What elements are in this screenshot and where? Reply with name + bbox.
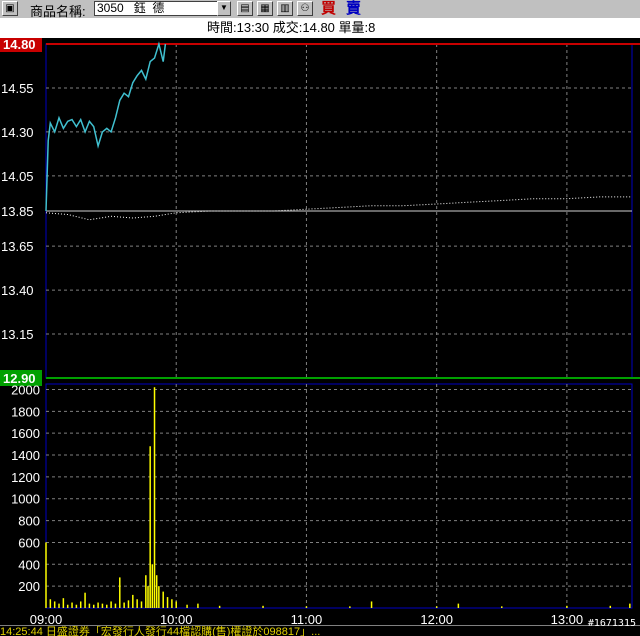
time-tick-label: 10:00 xyxy=(160,612,193,625)
volume-tick-label: 1200 xyxy=(11,470,40,485)
price-tick-label: 13.65 xyxy=(1,239,34,254)
price-tick-label: 14.55 xyxy=(1,81,34,96)
price-tick-label: 14.80 xyxy=(3,38,36,52)
price-tick-label: 14.05 xyxy=(1,169,34,184)
volume-tick-label: 1600 xyxy=(11,426,40,441)
price-line xyxy=(45,41,167,212)
trade-info-text: 時間:13:30 成交:14.80 單量:8 xyxy=(207,20,376,35)
price-tick-label: 14.30 xyxy=(1,125,34,140)
symbol-input[interactable]: 3050 鈺 德 xyxy=(94,1,218,16)
trade-info-bar: 時間:13:30 成交:14.80 單量:8 xyxy=(0,18,640,38)
buy-button[interactable]: 買 xyxy=(321,0,336,17)
average-price-line xyxy=(45,196,632,221)
volume-tick-label: 1000 xyxy=(11,492,40,507)
price-tick-label: 13.85 xyxy=(1,204,34,219)
volume-tick-label: 1400 xyxy=(11,448,40,463)
link-icon[interactable]: ⚇ xyxy=(297,1,313,16)
volume-panel-frame xyxy=(45,383,633,609)
price-tick-label: 13.15 xyxy=(1,327,34,342)
price-tick-label: 13.40 xyxy=(1,283,34,298)
volume-tick-label: 2000 xyxy=(11,382,40,397)
time-tick-label: 13:00 xyxy=(551,612,584,625)
volume-tick-label: 1800 xyxy=(11,404,40,419)
chevron-down-icon[interactable]: ▼ xyxy=(217,1,231,16)
notes-icon[interactable]: ▥ xyxy=(277,1,293,16)
volume-tick-label: 200 xyxy=(18,579,40,594)
toolbar: ▣ 商品名稱: 3050 鈺 德 ▼ ▤ ▦ ▥ ⚇ 買 賣 xyxy=(0,0,640,19)
time-tick-label: 11:00 xyxy=(291,612,323,625)
intraday-chart: 14.80 14.55 14.30 14.05 13.85 13.65 13.40 13.15… xyxy=(0,38,640,625)
chart-icon[interactable]: ▤ xyxy=(237,1,253,16)
window-icon[interactable]: ▣ xyxy=(2,1,18,16)
news-ticker: 14:25:44 日盛證券「宏發行人發行44檔認購(售)權證於098817」..… xyxy=(0,625,640,636)
volume-tick-label: 400 xyxy=(18,557,40,572)
watermark: #1671315 xyxy=(587,618,636,629)
sell-button[interactable]: 賣 xyxy=(346,0,361,17)
report-icon[interactable]: ▦ xyxy=(257,1,273,16)
volume-tick-label: 600 xyxy=(18,535,40,550)
time-tick-label: 12:00 xyxy=(420,612,453,625)
time-tick-label: 09:00 xyxy=(30,612,63,625)
volume-tick-label: 800 xyxy=(18,514,40,529)
